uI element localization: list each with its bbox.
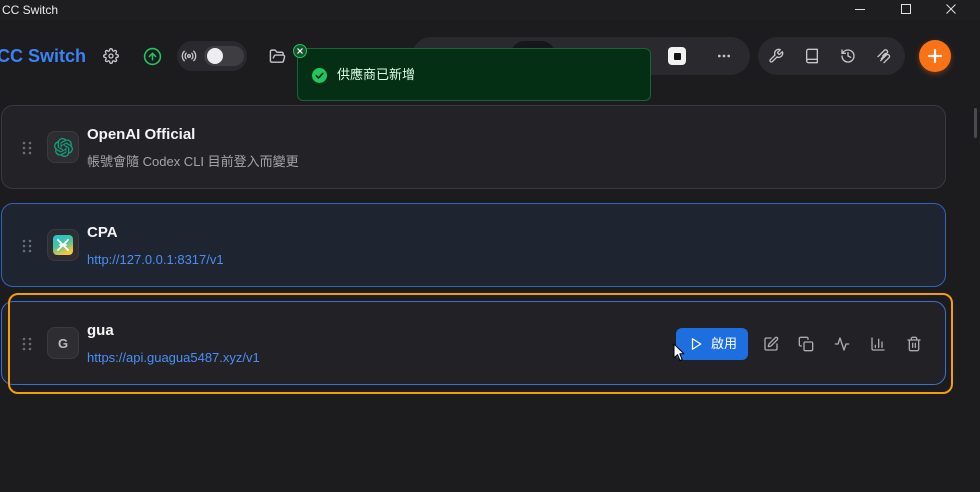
drag-handle-icon[interactable]	[22, 336, 32, 352]
provider-subtitle: 帳號會隨 Codex CLI 目前登入而變更	[87, 154, 299, 169]
provider-icon-box: G	[47, 327, 79, 359]
openai-logo-icon	[53, 137, 73, 157]
plus-icon	[927, 48, 943, 64]
enable-button[interactable]: 啟用	[676, 328, 748, 360]
maximize-button[interactable]	[889, 0, 923, 18]
proxy-toggle[interactable]	[204, 46, 244, 66]
layers-button[interactable]	[870, 42, 898, 70]
title-bar[interactable]: CC Switch	[0, 0, 980, 20]
square-app-icon[interactable]	[668, 47, 686, 65]
edit-icon	[764, 336, 779, 351]
provider-icon-box	[47, 229, 79, 261]
toast-message: 供應商已新增	[337, 67, 416, 82]
provider-card[interactable]: G gua https://api.guagua5487.xyz/v1 啟用	[1, 301, 946, 385]
book-icon	[806, 48, 818, 64]
close-button[interactable]	[934, 0, 968, 18]
close-icon	[297, 48, 303, 54]
play-icon	[691, 338, 702, 350]
app-name: CC Switch	[0, 46, 87, 66]
toggle-knob	[207, 48, 223, 64]
letter-avatar: G	[57, 335, 69, 351]
cpa-logo-icon	[53, 235, 73, 255]
broadcast-icon	[181, 50, 197, 62]
folder-open-icon	[269, 48, 285, 63]
provider-name: OpenAI Official	[87, 126, 196, 143]
history-button[interactable]	[834, 42, 862, 70]
open-folder-button[interactable]	[263, 42, 291, 70]
settings-button[interactable]	[97, 42, 125, 70]
provider-name: CPA	[87, 224, 118, 241]
delete-button[interactable]	[900, 330, 928, 358]
more-button[interactable]	[710, 42, 738, 70]
usage-stats-button[interactable]	[864, 330, 892, 358]
duplicate-button[interactable]	[792, 330, 820, 358]
history-icon	[841, 49, 855, 63]
bar-chart-icon	[871, 337, 885, 351]
toast-close-button[interactable]	[293, 44, 307, 58]
provider-url[interactable]: http://127.0.0.1:8317/v1	[87, 251, 224, 269]
provider-url[interactable]: https://api.guagua5487.xyz/v1	[87, 349, 260, 367]
scrollbar-thumb[interactable]	[974, 108, 977, 138]
gear-icon	[103, 48, 119, 64]
app-window: CC Switch CC Switch 供應商已新增 OpenAI Offici…	[0, 0, 980, 492]
update-button[interactable]	[138, 42, 166, 70]
drag-handle-icon[interactable]	[22, 238, 32, 254]
maximize-icon	[901, 4, 911, 14]
layers-icon	[877, 49, 891, 64]
proxy-indicator	[181, 48, 197, 64]
tools-button[interactable]	[762, 42, 790, 70]
edit-button[interactable]	[757, 330, 785, 358]
more-horizontal-icon	[718, 54, 730, 58]
check-circle-icon	[312, 68, 327, 83]
success-toast: 供應商已新增	[297, 48, 651, 101]
provider-name: gua	[87, 322, 114, 339]
close-icon	[946, 4, 956, 14]
docs-button[interactable]	[798, 42, 826, 70]
copy-icon	[798, 336, 814, 352]
provider-card-current[interactable]: CPA http://127.0.0.1:8317/v1	[1, 203, 946, 287]
window-title: CC Switch	[2, 3, 59, 17]
mouse-cursor-icon	[673, 343, 685, 361]
provider-card[interactable]: OpenAI Official 帳號會隨 Codex CLI 目前登入而變更	[1, 105, 946, 189]
wrench-icon	[769, 48, 784, 63]
provider-icon-box	[47, 131, 79, 163]
activity-icon	[834, 337, 850, 351]
arrow-up-circle-icon	[143, 47, 161, 65]
test-latency-button[interactable]	[828, 330, 856, 358]
add-provider-button[interactable]	[919, 40, 951, 72]
drag-handle-icon[interactable]	[22, 140, 32, 156]
trash-icon	[907, 336, 921, 352]
minimize-icon	[855, 9, 865, 10]
enable-label: 啟用	[711, 336, 738, 351]
minimize-button[interactable]	[843, 0, 877, 18]
